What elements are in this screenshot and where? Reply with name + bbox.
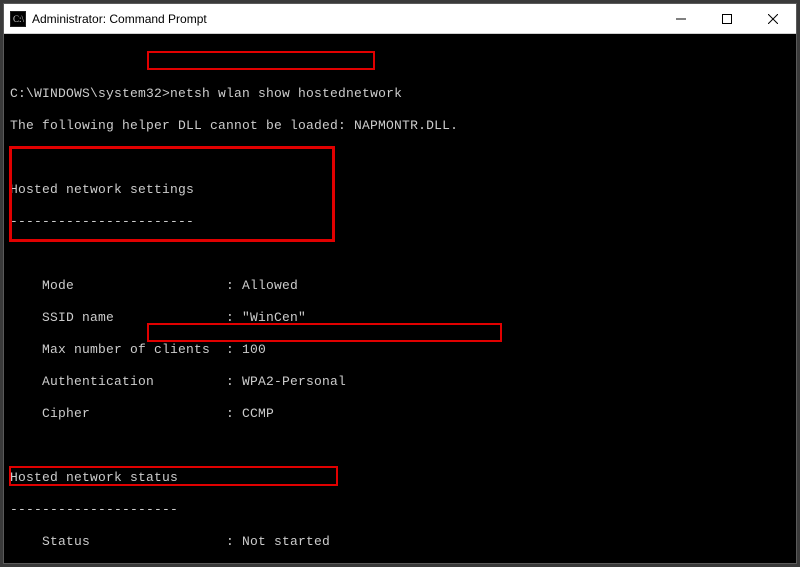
window-title: Administrator: Command Prompt [32,12,658,26]
console-line: The following helper DLL cannot be loade… [10,118,790,134]
command-text: netsh wlan show hostednetwork [170,86,402,101]
label: Cipher : [10,406,242,421]
console-line [10,54,790,70]
value: 100 [242,342,266,357]
separator: --------------------- [10,502,790,518]
svg-text:C:\: C:\ [13,14,25,24]
section-header: Hosted network settings [10,182,790,198]
value: Allowed [242,278,298,293]
status-line: Status : Not started [10,534,790,550]
console-line [10,150,790,166]
label: Mode : [10,278,242,293]
label: Max number of clients : [10,342,242,357]
console-area[interactable]: C:\WINDOWS\system32>netsh wlan show host… [4,34,796,563]
close-button[interactable] [750,4,796,33]
command-prompt-window: C:\ Administrator: Command Prompt C:\WIN… [3,3,797,564]
prompt: C:\WINDOWS\system32> [10,86,170,101]
maximize-button[interactable] [704,4,750,33]
window-controls [658,4,796,33]
label: SSID name : [10,310,242,325]
value: "WinCen" [242,310,306,325]
setting-cipher: Cipher : CCMP [10,406,790,422]
setting-ssid: SSID name : "WinCen" [10,310,790,326]
value: Not started [242,534,330,549]
setting-mode: Mode : Allowed [10,278,790,294]
section-header: Hosted network status [10,470,790,486]
label: Authentication : [10,374,242,389]
value: CCMP [242,406,274,421]
setting-max-clients: Max number of clients : 100 [10,342,790,358]
console-line [10,438,790,454]
console-line [10,246,790,262]
console-line: C:\WINDOWS\system32>netsh wlan show host… [10,86,790,102]
minimize-button[interactable] [658,4,704,33]
value: WPA2-Personal [242,374,346,389]
cmd-icon: C:\ [10,11,26,27]
titlebar[interactable]: C:\ Administrator: Command Prompt [4,4,796,34]
label: Status : [10,534,242,549]
separator: ----------------------- [10,214,790,230]
setting-auth: Authentication : WPA2-Personal [10,374,790,390]
